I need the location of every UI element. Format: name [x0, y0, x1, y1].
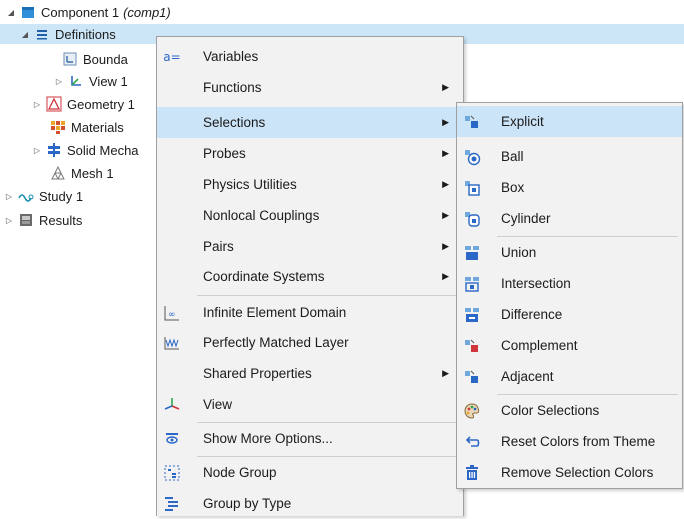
explicit-selection-icon [463, 113, 481, 131]
submenu-arrow-icon: ▶ [442, 117, 449, 127]
intersection-selection-icon [463, 275, 481, 293]
tree-node-results[interactable]: ▷ Results [4, 210, 82, 230]
results-icon [18, 212, 34, 228]
geometry-icon [46, 96, 62, 112]
tree-node-view[interactable]: ▷ View 1 [54, 71, 128, 91]
menu-item-view[interactable]: View [157, 389, 463, 420]
definitions-label: Definitions [55, 26, 116, 42]
submenu-arrow-icon: ▶ [442, 241, 449, 251]
expand-caret-icon[interactable]: ▷ [54, 77, 64, 86]
difference-selection-icon [463, 306, 481, 324]
selections-submenu: Explicit Ball Box Cylinder Union Interse… [456, 102, 683, 489]
menu-item-ball[interactable]: Ball [457, 141, 682, 172]
infinite-element-icon: ∞ [163, 304, 181, 322]
tree-node-study[interactable]: ▷ Study 1 [4, 186, 83, 206]
expand-caret-icon[interactable]: ▷ [4, 216, 14, 225]
menu-item-infinite-element-domain[interactable]: ∞ Infinite Element Domain [157, 297, 463, 328]
component-label: Component 1 [41, 4, 120, 20]
complement-selection-icon [463, 337, 481, 355]
menu-item-functions[interactable]: Functions ▶ [157, 72, 463, 103]
definitions-icon [34, 26, 50, 42]
expand-caret-icon[interactable]: ▷ [4, 192, 14, 201]
undo-arrow-icon [463, 433, 481, 451]
menu-item-selections[interactable]: Selections ▶ [157, 107, 463, 138]
menu-item-pairs[interactable]: Pairs ▶ [157, 231, 463, 262]
variables-icon: a= [163, 49, 181, 64]
solid-mechanics-icon [46, 142, 62, 158]
expand-caret-icon[interactable]: ▷ [32, 100, 42, 109]
menu-item-variables[interactable]: a= Variables [157, 41, 463, 72]
definitions-context-menu: a= Variables Functions ▶ Selections ▶ Pr… [156, 36, 464, 516]
solid-mechanics-label: Solid Mecha [67, 142, 139, 158]
expand-caret-icon[interactable]: ▷ [32, 146, 42, 155]
menu-item-color-selections[interactable]: Color Selections [457, 395, 682, 426]
menu-item-complement[interactable]: Complement [457, 330, 682, 361]
menu-separator [197, 295, 459, 296]
submenu-arrow-icon: ▶ [442, 210, 449, 220]
materials-label: Materials [71, 119, 124, 135]
collapse-caret-icon[interactable]: ◢ [6, 8, 16, 17]
show-more-icon [163, 430, 181, 448]
menu-item-cylinder[interactable]: Cylinder [457, 203, 682, 234]
trash-icon [463, 464, 481, 482]
adjacent-selection-icon [463, 368, 481, 386]
menu-item-probes[interactable]: Probes ▶ [157, 138, 463, 169]
study-label: Study 1 [39, 188, 84, 204]
menu-item-coordinate-systems[interactable]: Coordinate Systems ▶ [157, 261, 463, 292]
results-label: Results [39, 212, 83, 228]
svg-text:∞: ∞ [168, 310, 176, 320]
materials-icon [50, 119, 66, 135]
submenu-arrow-icon: ▶ [442, 82, 449, 92]
tree-node-mesh[interactable]: Mesh 1 [50, 163, 114, 183]
group-by-type-icon [163, 495, 181, 513]
geometry-label: Geometry 1 [67, 96, 135, 112]
mesh-label: Mesh 1 [71, 165, 114, 181]
union-selection-icon [463, 244, 481, 262]
menu-item-difference[interactable]: Difference [457, 299, 682, 330]
pml-icon [163, 334, 181, 352]
menu-item-physics-utilities[interactable]: Physics Utilities ▶ [157, 169, 463, 200]
component-tag: (comp1) [123, 4, 171, 20]
menu-item-perfectly-matched-layer[interactable]: Perfectly Matched Layer [157, 327, 463, 358]
menu-item-explicit[interactable]: Explicit [457, 106, 682, 137]
submenu-arrow-icon: ▶ [442, 148, 449, 158]
menu-item-box[interactable]: Box [457, 172, 682, 203]
menu-item-union[interactable]: Union [457, 237, 682, 268]
node-group-icon [163, 464, 181, 482]
menu-item-remove-selection-colors[interactable]: Remove Selection Colors [457, 457, 682, 488]
submenu-arrow-icon: ▶ [442, 271, 449, 281]
cylinder-selection-icon [463, 210, 481, 228]
mesh-icon [50, 165, 66, 181]
tree-node-definitions[interactable]: ◢ Definitions [20, 24, 116, 44]
view-icon [68, 73, 84, 89]
boundary-label: Bounda [83, 51, 128, 67]
box-selection-icon [463, 179, 481, 197]
menu-item-node-group[interactable]: Node Group [157, 457, 463, 488]
tree-node-component[interactable]: ◢ Component 1 (comp1) [6, 2, 171, 22]
menu-item-shared-properties[interactable]: Shared Properties ▶ [157, 358, 463, 389]
collapse-caret-icon[interactable]: ◢ [20, 30, 30, 39]
menu-item-intersection[interactable]: Intersection [457, 268, 682, 299]
menu-item-nonlocal-couplings[interactable]: Nonlocal Couplings ▶ [157, 200, 463, 231]
tree-node-solid-mechanics[interactable]: ▷ Solid Mecha [32, 140, 139, 160]
menu-item-group-by-type[interactable]: Group by Type [157, 488, 463, 519]
menu-item-reset-colors-from-theme[interactable]: Reset Colors from Theme [457, 426, 682, 457]
tree-node-boundary[interactable]: Bounda [62, 49, 128, 69]
menu-item-adjacent[interactable]: Adjacent [457, 361, 682, 392]
study-icon [18, 188, 34, 204]
palette-icon [463, 402, 481, 420]
ball-selection-icon [463, 148, 481, 166]
submenu-arrow-icon: ▶ [442, 368, 449, 378]
view-axes-icon [163, 396, 181, 414]
tree-node-geometry[interactable]: ▷ Geometry 1 [32, 94, 135, 114]
submenu-arrow-icon: ▶ [442, 179, 449, 189]
view-label: View 1 [89, 73, 128, 89]
component-icon [20, 4, 36, 20]
menu-item-show-more-options[interactable]: Show More Options... [157, 423, 463, 454]
tree-node-materials[interactable]: Materials [50, 117, 124, 137]
boundary-system-icon [62, 51, 78, 67]
